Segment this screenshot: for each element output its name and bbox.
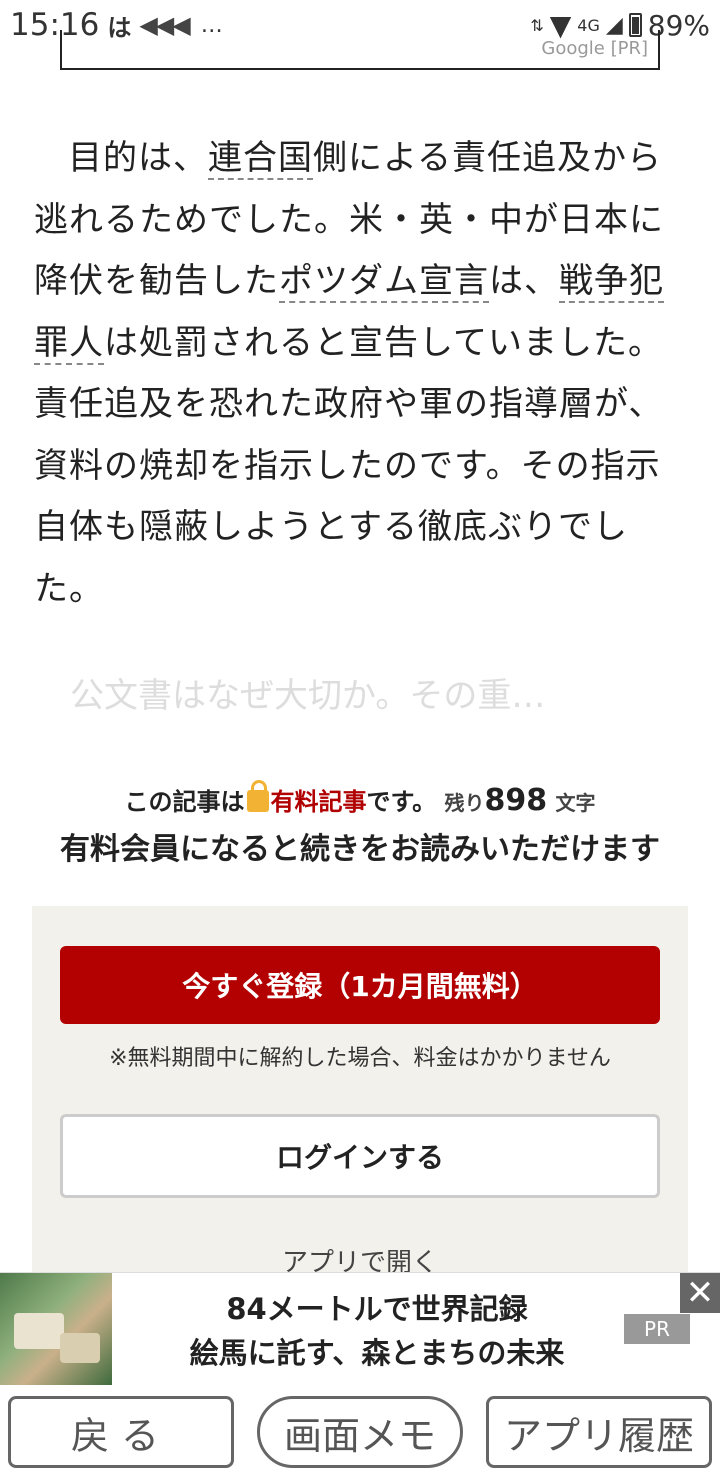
ad-headline[interactable]: 84メートルで世界記録 絵馬に託す、森とまちの未来 xyxy=(112,1287,642,1375)
ad-thumbnail-image[interactable] xyxy=(0,1273,112,1385)
back-button[interactable]: 戻る xyxy=(8,1396,234,1468)
screen-memo-button[interactable]: 画面メモ xyxy=(257,1396,463,1468)
login-button[interactable]: ログインする xyxy=(60,1114,660,1198)
lock-icon xyxy=(246,780,269,812)
article-body: 目的は、連合国側による責任追及から逃れるためでした。米・英・中が日本に降伏を勧告… xyxy=(34,128,686,620)
bottom-ad-banner[interactable]: 84メートルで世界記録 絵馬に託す、森とまちの未来 xyxy=(0,1272,720,1385)
register-button[interactable]: 今すぐ登録（1カ月間無料） xyxy=(60,946,660,1024)
subscription-panel: 今すぐ登録（1カ月間無料） ※無料期間中に解約した場合、料金はかかりません ログ… xyxy=(32,906,688,1286)
link-potsdam-declaration[interactable]: ポツダム宣言 xyxy=(279,261,489,303)
article-paragraph: 目的は、連合国側による責任追及から逃れるためでした。米・英・中が日本に降伏を勧告… xyxy=(34,138,664,609)
ad-pr-badge: PR xyxy=(624,1314,690,1344)
faded-teaser-text: 公文書はなぜ大切か。その重… xyxy=(70,676,546,716)
app-history-button[interactable]: アプリ履歴 xyxy=(486,1396,712,1468)
ad-attribution: Google [PR] xyxy=(541,38,648,59)
top-ad-frame[interactable]: Google [PR] xyxy=(60,30,660,70)
bottom-navigation: 戻る 画面メモ アプリ履歴 xyxy=(0,1386,720,1480)
free-period-note: ※無料期間中に解約した場合、料金はかかりません xyxy=(109,1046,611,1071)
link-rengokoku[interactable]: 連合国 xyxy=(208,138,313,180)
paywall-subtitle: 有料会員になると続きをお読みいただけます xyxy=(60,832,660,867)
close-icon[interactable]: ✕ xyxy=(680,1273,720,1313)
remaining-count: 898 xyxy=(484,783,548,818)
paid-article-label: 有料記事 xyxy=(270,788,367,816)
paywall-message: この記事は 有料記事です。 残り898 文字 有料会員になると続きをお読みいただけ… xyxy=(0,780,720,868)
